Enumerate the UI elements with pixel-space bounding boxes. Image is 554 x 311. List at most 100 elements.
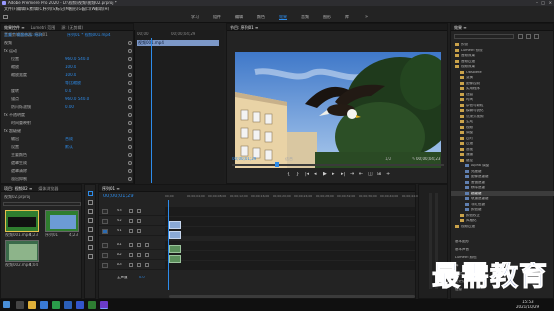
keyframe-toggle-icon[interactable] bbox=[128, 81, 132, 85]
timeline-timecode[interactable]: 00;00;01;29 bbox=[103, 194, 134, 199]
tab-effects[interactable]: 效果 ≡ bbox=[451, 24, 470, 31]
effect-property-value[interactable]: 100.0 bbox=[65, 73, 76, 77]
effect-property-row[interactable]: 时间重映射 bbox=[1, 120, 135, 127]
pen-tool-icon[interactable] bbox=[88, 236, 93, 241]
master-volume[interactable]: 0.0 bbox=[139, 276, 145, 280]
wrench-icon[interactable]: ✎ bbox=[412, 156, 415, 161]
track-label[interactable]: V1 bbox=[117, 229, 122, 233]
type-tool-icon[interactable] bbox=[88, 254, 93, 259]
solo-icon[interactable] bbox=[145, 243, 149, 247]
toggle-sync-lock-icon[interactable] bbox=[129, 219, 133, 223]
keyframe-toggle-icon[interactable] bbox=[128, 105, 132, 109]
home-icon[interactable] bbox=[3, 15, 8, 19]
effect-property-row[interactable]: 等比缩放 bbox=[1, 80, 135, 87]
effects-search-input[interactable] bbox=[454, 34, 514, 39]
word-doc-icon[interactable] bbox=[76, 301, 84, 309]
yuv-effects-icon[interactable] bbox=[534, 34, 539, 39]
menu-item[interactable]: 帮助(H) bbox=[95, 7, 109, 11]
windows-start-icon[interactable] bbox=[3, 301, 10, 308]
menu-item[interactable]: 文件(F) bbox=[4, 7, 17, 11]
track-label[interactable]: A1 bbox=[117, 243, 122, 247]
effect-property-row[interactable]: 缩放 100.0 bbox=[1, 64, 135, 71]
eye-icon[interactable] bbox=[137, 219, 141, 223]
effects-tree-item[interactable]: 视频过渡 bbox=[451, 224, 554, 230]
collapsed-panel-label[interactable]: 基本声音 bbox=[455, 248, 469, 252]
hand-tool-icon[interactable] bbox=[88, 245, 93, 250]
keyframe-toggle-icon[interactable] bbox=[128, 177, 132, 181]
collapsed-panel-label[interactable]: 基本图形 bbox=[455, 240, 469, 244]
master-clip-label[interactable]: 主要 * 视频001.mp4 bbox=[4, 33, 42, 37]
project-tab[interactable]: 媒体浏览器 bbox=[35, 185, 61, 192]
track-label[interactable]: V3 bbox=[117, 209, 122, 213]
button-editor-icon[interactable]: + bbox=[386, 172, 390, 177]
effect-property-value[interactable]: 100.0 bbox=[65, 65, 76, 69]
excel-icon[interactable] bbox=[88, 301, 96, 309]
workspace-tab[interactable]: 音频 bbox=[301, 15, 309, 19]
project-thumb-2[interactable] bbox=[45, 210, 79, 232]
effect-property-row[interactable]: fx 运动 bbox=[1, 48, 135, 55]
sequence-clip-label[interactable]: 序列01 * 视频001.mp4 bbox=[67, 33, 111, 37]
project-thumb-1[interactable] bbox=[5, 210, 39, 232]
track-lane[interactable] bbox=[165, 241, 415, 250]
play-icon[interactable]: ▶ bbox=[323, 172, 327, 177]
effect-property-row[interactable]: fx 超级键 bbox=[1, 128, 135, 135]
fit-dropdown[interactable]: 适合 bbox=[285, 157, 293, 161]
selection-tool-icon[interactable] bbox=[88, 191, 93, 196]
wechat-icon[interactable] bbox=[52, 301, 60, 309]
browser-icon[interactable] bbox=[40, 301, 48, 309]
track-lane[interactable] bbox=[165, 251, 415, 260]
effect-property-row[interactable]: 溢出抑制 bbox=[1, 176, 135, 183]
track-label[interactable]: V2 bbox=[117, 219, 122, 223]
track-select-icon[interactable] bbox=[88, 200, 93, 205]
project-tab[interactable]: 项目: 视频02 ≡ bbox=[1, 185, 35, 192]
export-frame-icon[interactable]: ◫ bbox=[368, 172, 373, 177]
track-lane[interactable] bbox=[165, 207, 415, 216]
keyframe-toggle-icon[interactable] bbox=[128, 49, 132, 53]
effect-controls-tab[interactable]: 源: (无剪辑) bbox=[58, 24, 86, 31]
keyframe-toggle-icon[interactable] bbox=[128, 137, 132, 141]
timeline-scrollbar[interactable] bbox=[169, 295, 415, 298]
effect-property-row[interactable]: 防闪烁滤镜 0.00 bbox=[1, 104, 135, 111]
source-patch-icon[interactable] bbox=[102, 219, 108, 224]
clip-a1[interactable] bbox=[169, 245, 181, 253]
go-to-in-icon[interactable]: |◂ bbox=[305, 172, 309, 177]
keyframe-toggle-icon[interactable] bbox=[128, 65, 132, 69]
keyframe-toggle-icon[interactable] bbox=[128, 113, 132, 117]
toggle-sync-lock-icon[interactable] bbox=[129, 209, 133, 213]
tab-program[interactable]: 节目: 序列01 ≡ bbox=[227, 24, 261, 31]
effect-property-row[interactable]: 位置 960.0 540.0 bbox=[1, 56, 135, 63]
ec-playhead[interactable] bbox=[151, 38, 152, 183]
toggle-sync-lock-icon[interactable] bbox=[129, 243, 133, 247]
track-lane[interactable] bbox=[165, 217, 415, 226]
tab-sequence[interactable]: 序列01 ≡ bbox=[99, 185, 123, 192]
toggle-sync-lock-icon[interactable] bbox=[129, 253, 133, 257]
project-search-input[interactable] bbox=[3, 202, 81, 206]
keyframe-toggle-icon[interactable] bbox=[128, 169, 132, 173]
track-label[interactable]: A3 bbox=[117, 263, 122, 267]
mark-in-icon[interactable]: { bbox=[287, 172, 290, 177]
mute-icon[interactable] bbox=[137, 263, 141, 267]
effect-property-row[interactable]: 旋转 0.0 bbox=[1, 88, 135, 95]
collapsed-panel-label[interactable]: Lumetri 颜色 bbox=[455, 256, 477, 260]
clip-v2[interactable] bbox=[169, 221, 181, 229]
keyframe-toggle-icon[interactable] bbox=[128, 153, 132, 157]
search-icon[interactable] bbox=[16, 301, 24, 309]
step-forward-icon[interactable]: ▸ bbox=[332, 172, 335, 177]
effect-property-value[interactable]: 默认 bbox=[65, 145, 73, 149]
keyframe-toggle-icon[interactable] bbox=[128, 41, 132, 45]
clip-v2[interactable] bbox=[168, 211, 179, 222]
mark-out-icon[interactable]: } bbox=[296, 172, 299, 177]
eye-icon[interactable] bbox=[137, 209, 141, 213]
effect-property-row[interactable]: 遮罩生成 bbox=[1, 160, 135, 167]
insert-icon[interactable]: ⇥ bbox=[350, 172, 354, 177]
program-scrub-bar[interactable] bbox=[232, 164, 444, 166]
clip-a2[interactable] bbox=[169, 255, 181, 263]
effect-property-row[interactable]: 输出 合成 bbox=[1, 136, 135, 143]
minimize-icon[interactable]: – bbox=[536, 1, 538, 5]
overwrite-icon[interactable]: ⇤ bbox=[359, 172, 363, 177]
keyframe-toggle-icon[interactable] bbox=[128, 129, 132, 133]
track-label[interactable]: A2 bbox=[117, 253, 122, 257]
keyframe-toggle-icon[interactable] bbox=[128, 57, 132, 61]
slip-tool-icon[interactable] bbox=[88, 227, 93, 232]
clock-date[interactable]: 2021/10/29 bbox=[516, 305, 539, 309]
